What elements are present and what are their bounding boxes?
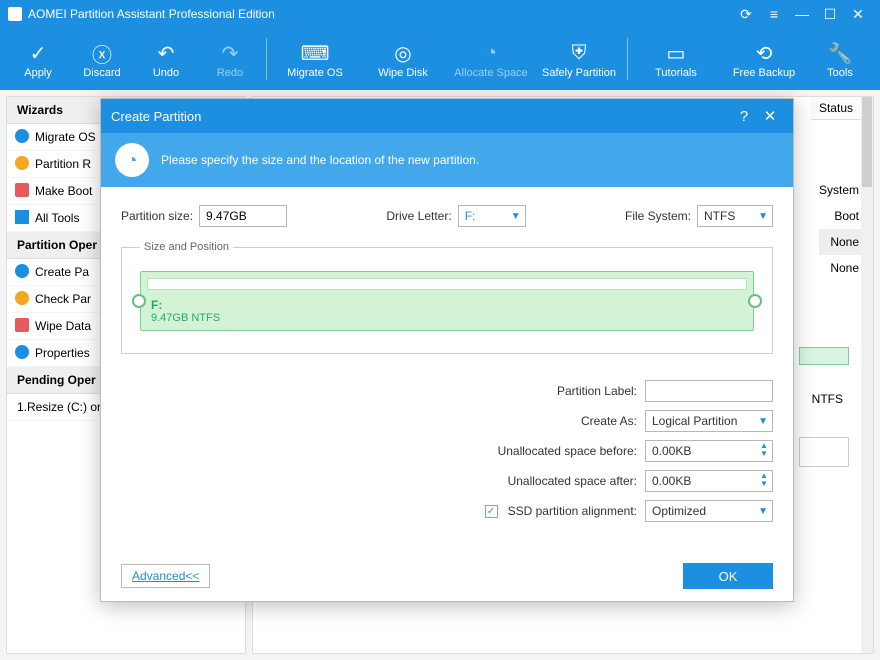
close-icon[interactable]: ✕ [757, 107, 783, 125]
chevron-down-icon: ▼ [511, 211, 521, 222]
spinner-icon[interactable]: ▲▼ [758, 472, 770, 488]
status-cell[interactable]: System [819, 177, 859, 203]
pie-icon [15, 264, 29, 278]
migrate-icon: ⌨ [271, 39, 359, 67]
status-cell[interactable]: None [819, 229, 865, 255]
window-title: AOMEI Partition Assistant Professional E… [28, 7, 275, 21]
banner-text: Please specify the size and the location… [161, 153, 479, 167]
dialog-title: Create Partition [111, 109, 201, 124]
space-after-stepper[interactable]: 0.00KB▲▼ [645, 470, 773, 492]
fs-cell: NTFS [812, 392, 843, 406]
file-system-label: File System: [625, 209, 691, 223]
partition-strip[interactable] [799, 347, 849, 365]
status-column-values: System Boot None None [819, 177, 859, 281]
grid-icon [15, 210, 29, 224]
allocate-icon: ◔ [447, 39, 535, 67]
undo-button[interactable]: ↶Undo [134, 39, 198, 79]
recover-icon [15, 156, 29, 170]
tutorials-button[interactable]: ▭Tutorials [632, 39, 720, 79]
shield-icon: ⛨ [535, 39, 623, 67]
track-drive-label: F: [151, 298, 162, 312]
status-column-header[interactable]: Status [811, 97, 861, 120]
ssd-alignment-checkbox[interactable]: ✓ [485, 505, 498, 518]
close-icon[interactable]: ✕ [844, 6, 872, 23]
status-cell[interactable]: None [819, 255, 859, 281]
menu-icon[interactable]: ≡ [760, 6, 788, 22]
create-partition-dialog: Create Partition ? ✕ ◔ Please specify th… [100, 98, 794, 602]
wipe-disk-button[interactable]: ◎Wipe Disk [359, 39, 447, 79]
ssd-alignment-label: SSD partition alignment: [508, 504, 637, 518]
status-cell[interactable]: Boot [819, 203, 859, 229]
redo-button[interactable]: ↷Redo [198, 39, 262, 79]
size-position-legend: Size and Position [140, 241, 233, 253]
chevron-down-icon: ▼ [758, 506, 768, 517]
drive-letter-select[interactable]: F:▼ [458, 205, 526, 227]
resize-handle-right[interactable] [748, 294, 762, 308]
create-as-select[interactable]: Logical Partition▼ [645, 410, 773, 432]
redo-icon: ↷ [198, 39, 262, 67]
partition-label-label: Partition Label: [557, 384, 637, 398]
size-position-group: Size and Position F: 9.47GB NTFS [121, 241, 773, 354]
drive-letter-label: Drive Letter: [386, 209, 451, 223]
lens-icon [15, 291, 29, 305]
ssd-alignment-select[interactable]: Optimized▼ [645, 500, 773, 522]
chevron-down-icon: ▼ [758, 211, 768, 222]
apply-button[interactable]: ✓Apply [6, 39, 70, 79]
partition-size-track[interactable]: F: 9.47GB NTFS [140, 271, 754, 331]
chevron-down-icon: ▼ [758, 416, 768, 427]
partition-label-input[interactable] [645, 380, 773, 402]
minimize-icon[interactable]: — [788, 6, 816, 22]
boot-icon [15, 183, 29, 197]
maximize-icon[interactable]: ☐ [816, 6, 844, 23]
space-after-label: Unallocated space after: [508, 474, 637, 488]
advanced-button[interactable]: Advanced<< [121, 564, 210, 588]
space-before-stepper[interactable]: 0.00KB▲▼ [645, 440, 773, 462]
safely-partition-button[interactable]: ⛨Safely Partition [535, 39, 623, 79]
wrench-icon: 🔧 [808, 39, 872, 67]
allocate-space-button[interactable]: ◔Allocate Space [447, 39, 535, 79]
info-icon [15, 345, 29, 359]
track-desc-label: 9.47GB NTFS [151, 312, 220, 324]
dialog-titlebar: Create Partition ? ✕ [101, 99, 793, 133]
backup-icon: ⟲ [720, 39, 808, 67]
vertical-scrollbar[interactable] [861, 97, 873, 653]
undo-icon: ↶ [134, 39, 198, 67]
partition-strip[interactable] [799, 437, 849, 467]
space-before-label: Unallocated space before: [498, 444, 637, 458]
migrate-os-button[interactable]: ⌨Migrate OS [271, 39, 359, 79]
wipe-icon [15, 318, 29, 332]
main-toolbar: ✓Apply ⓧDiscard ↶Undo ↷Redo ⌨Migrate OS … [0, 28, 880, 90]
book-icon: ▭ [632, 39, 720, 67]
partition-size-label: Partition size: [121, 209, 193, 223]
file-system-select[interactable]: NTFS▼ [697, 205, 773, 227]
titlebar: AOMEI Partition Assistant Professional E… [0, 0, 880, 28]
partition-size-bar[interactable] [147, 278, 747, 290]
scrollbar-thumb[interactable] [862, 97, 872, 187]
refresh-icon[interactable]: ⟳ [732, 6, 760, 23]
ok-button[interactable]: OK [683, 563, 773, 589]
tools-button[interactable]: 🔧Tools [808, 39, 872, 79]
create-as-label: Create As: [581, 414, 637, 428]
pie-icon: ◔ [115, 143, 149, 177]
app-logo-icon [8, 7, 22, 21]
help-icon[interactable]: ? [731, 108, 757, 125]
partition-size-input[interactable] [199, 205, 287, 227]
resize-handle-left[interactable] [132, 294, 146, 308]
free-backup-button[interactable]: ⟲Free Backup [720, 39, 808, 79]
discard-button[interactable]: ⓧDiscard [70, 39, 134, 79]
wipe-icon: ◎ [359, 39, 447, 67]
spinner-icon[interactable]: ▲▼ [758, 442, 770, 458]
check-icon: ✓ [6, 39, 70, 67]
migrate-icon [15, 129, 29, 143]
discard-icon: ⓧ [70, 39, 134, 67]
dialog-banner: ◔ Please specify the size and the locati… [101, 133, 793, 187]
